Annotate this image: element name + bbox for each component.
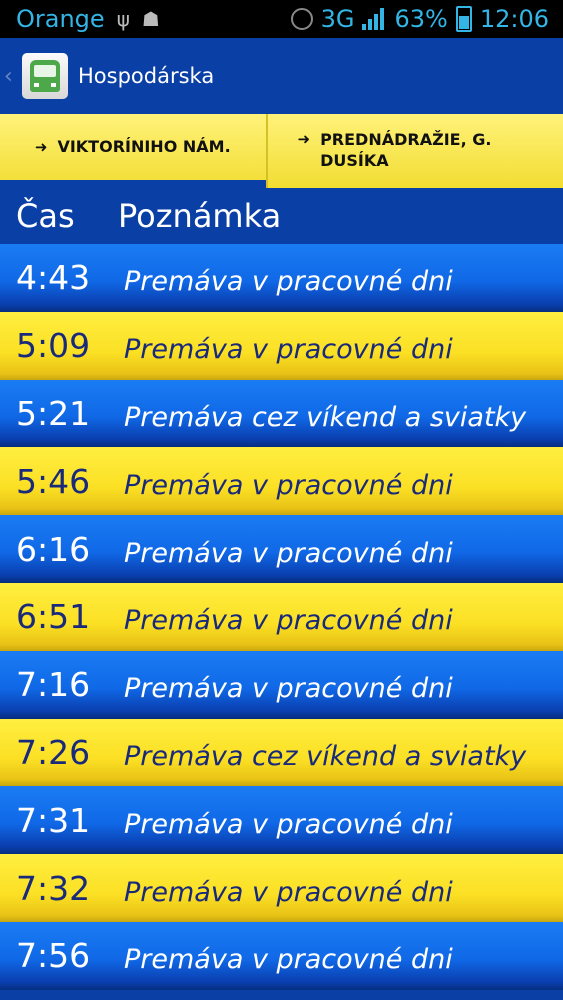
- departure-time: 7:26: [16, 732, 91, 772]
- list-item[interactable]: 7:16 Premáva v pracovné dni: [0, 650, 563, 719]
- tab-direction-1[interactable]: ➜ VIKTORÍNIHO NÁM.: [0, 114, 266, 188]
- status-right: 3G 63% 12:06: [290, 5, 549, 33]
- list-item[interactable]: 7:26 Premáva cez víkend a sviatky: [0, 718, 563, 787]
- departure-note: Premáva v pracovné dni: [124, 944, 453, 976]
- departure-time: 6:51: [16, 597, 91, 637]
- list-item[interactable]: 5:46 Premáva v pracovné dni: [0, 447, 563, 516]
- timetable-list: 4:43 Premáva v pracovné dni 5:09 Premáva…: [0, 244, 563, 990]
- arrow-right-icon: ➜: [34, 138, 48, 156]
- departure-time: 7:16: [16, 665, 91, 705]
- departure-note: Premáva v pracovné dni: [124, 469, 453, 501]
- tab-direction-2[interactable]: ➜ PREDNÁDRAŽIE, G. DUSÍKA: [265, 114, 563, 188]
- list-item[interactable]: 4:43 Premáva v pracovné dni: [0, 244, 563, 312]
- column-header: Čas Poznámka: [0, 188, 563, 244]
- bus-icon[interactable]: [22, 53, 68, 99]
- departure-note: Premáva v pracovné dni: [124, 808, 453, 840]
- tab-label: PREDNÁDRAŽIE, G. DUSÍKA: [320, 130, 492, 170]
- clock: 12:06: [479, 5, 549, 33]
- departure-note: Premáva v pracovné dni: [124, 334, 453, 366]
- usb-icon: ψ: [116, 7, 130, 31]
- departure-note: Premáva cez víkend a sviatky: [124, 401, 527, 433]
- direction-tabs: ➜ VIKTORÍNIHO NÁM. ➜ PREDNÁDRAŽIE, G. DU…: [0, 114, 563, 188]
- departure-time: 5:46: [16, 461, 91, 501]
- departure-time: 5:09: [16, 326, 91, 366]
- arrow-right-icon: ➜: [297, 130, 311, 148]
- signal-icon: [362, 8, 386, 30]
- tab-label: VIKTORÍNIHO NÁM.: [57, 136, 231, 156]
- battery-percent: 63%: [394, 5, 448, 33]
- departure-note: Premáva v pracovné dni: [124, 673, 453, 705]
- android-icon: ☗: [141, 7, 160, 31]
- departure-note: Premáva v pracovné dni: [124, 537, 453, 569]
- list-item[interactable]: 5:09 Premáva v pracovné dni: [0, 311, 563, 380]
- departure-time: 7:31: [16, 800, 91, 840]
- action-bar: ‹ Hospodárska: [0, 38, 563, 114]
- departure-note: Premáva v pracovné dni: [124, 266, 453, 298]
- page-title: Hospodárska: [78, 64, 215, 88]
- list-item[interactable]: 5:21 Premáva cez víkend a sviatky: [0, 379, 563, 448]
- departure-note: Premáva v pracovné dni: [124, 605, 453, 637]
- alarm-icon: [290, 8, 313, 30]
- departure-time: 7:32: [16, 868, 91, 908]
- departure-note: Premáva cez víkend a sviatky: [124, 740, 527, 772]
- departure-time: 5:21: [16, 393, 91, 433]
- departure-time: 7:56: [16, 936, 91, 976]
- column-time: Čas: [16, 197, 75, 235]
- list-item[interactable]: 7:32 Premáva v pracovné dni: [0, 854, 563, 922]
- departure-time: 4:43: [16, 258, 91, 298]
- up-caret-icon[interactable]: ‹: [4, 64, 18, 89]
- list-item[interactable]: 7:56 Premáva v pracovné dni: [0, 921, 563, 990]
- battery-icon: [455, 6, 472, 32]
- carrier-name: Orange: [16, 5, 105, 33]
- column-note: Poznámka: [118, 197, 282, 235]
- list-item[interactable]: 6:16 Premáva v pracovné dni: [0, 515, 563, 583]
- network-type: 3G: [320, 5, 355, 33]
- departure-time: 6:16: [16, 529, 91, 569]
- departure-note: Premáva v pracovné dni: [124, 876, 453, 908]
- list-item[interactable]: 6:51 Premáva v pracovné dni: [0, 582, 563, 651]
- status-bar: Orange ψ ☗ 3G 63% 12:06: [0, 0, 563, 38]
- list-item[interactable]: 7:31 Premáva v pracovné dni: [0, 786, 563, 855]
